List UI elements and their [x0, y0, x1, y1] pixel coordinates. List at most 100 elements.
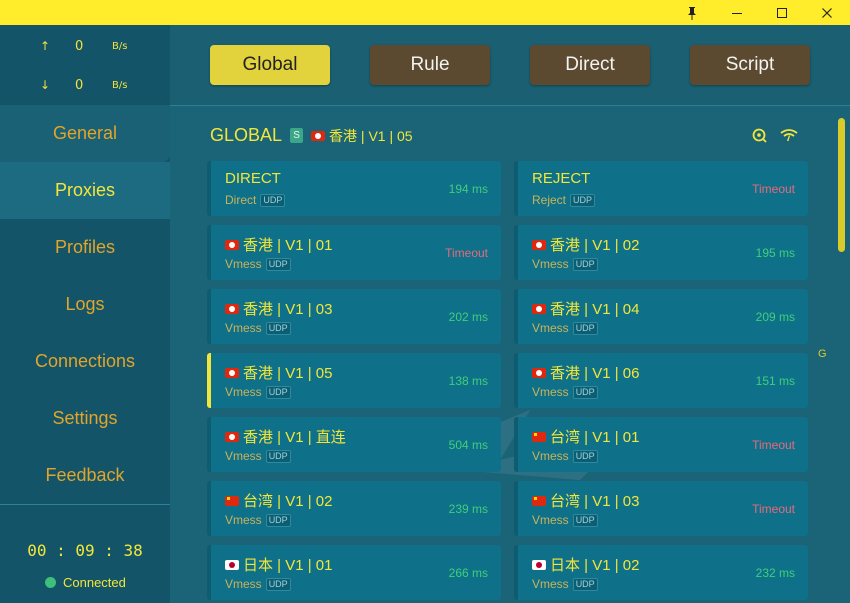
proxy-type-label: Vmess: [532, 513, 569, 527]
proxy-name: 香港 | V1 | 03: [225, 298, 333, 319]
proxy-type-label: Vmess: [225, 385, 262, 399]
proxy-card[interactable]: 日本 | V1 | 02 Vmess UDP 232 ms: [514, 545, 808, 600]
nav-item-feedback[interactable]: Feedback: [0, 447, 170, 504]
proxy-type: Vmess UDP: [532, 385, 598, 399]
proxy-name: 台湾 | V1 | 02: [225, 490, 333, 511]
download-unit: B/s: [112, 80, 128, 91]
proxy-group-header[interactable]: GLOBAL S 香港 | V1 | 05: [210, 125, 413, 146]
proxy-delay[interactable]: 239 ms: [449, 502, 488, 516]
china-flag-icon: [532, 495, 546, 506]
proxy-name: 香港 | V1 | 02: [532, 234, 640, 255]
group-name: GLOBAL: [210, 125, 283, 145]
udp-badge: UDP: [572, 321, 598, 335]
proxy-name-label: 香港 | V1 | 05: [243, 365, 333, 382]
mode-label: Rule: [410, 54, 450, 75]
proxy-type-label: Direct: [225, 193, 257, 207]
proxy-card[interactable]: 香港 | V1 | 05 Vmess UDP 138 ms: [207, 353, 501, 408]
proxy-delay[interactable]: 266 ms: [449, 566, 488, 580]
hong-kong-flag-icon: [225, 367, 239, 378]
proxy-card[interactable]: 日本 | V1 | 01 Vmess UDP 266 ms: [207, 545, 501, 600]
nav-item-settings[interactable]: Settings: [0, 390, 170, 447]
close-icon[interactable]: [804, 0, 850, 25]
proxy-type: Vmess UDP: [225, 257, 291, 271]
upload-speed: ↑ 0 B/s: [0, 39, 170, 59]
proxy-card[interactable]: 台湾 | V1 | 02 Vmess UDP 239 ms: [207, 481, 501, 536]
udp-badge: UDP: [265, 385, 291, 399]
download-speed: ↓ 0 B/s: [0, 78, 170, 98]
nav-label: Proxies: [54, 180, 116, 200]
proxy-card[interactable]: 台湾 | V1 | 03 Vmess UDP Timeout: [514, 481, 808, 536]
proxy-name-label: 日本 | V1 | 01: [243, 557, 333, 574]
proxy-type: Vmess UDP: [225, 385, 291, 399]
mode-global-button[interactable]: Global: [210, 45, 330, 85]
connection-label: Connected: [63, 575, 126, 590]
hong-kong-flag-icon: [532, 303, 546, 314]
proxy-card[interactable]: 香港 | V1 | 02 Vmess UDP 195 ms: [514, 225, 808, 280]
speed-test-icon[interactable]: [780, 127, 798, 143]
nav-item-proxies[interactable]: Proxies: [0, 162, 170, 219]
mode-script-button[interactable]: Script: [690, 45, 810, 85]
udp-badge: UDP: [570, 193, 596, 207]
proxy-name: 日本 | V1 | 02: [532, 554, 640, 575]
proxy-card[interactable]: 香港 | V1 | 直连 Vmess UDP 504 ms: [207, 417, 501, 472]
proxy-delay[interactable]: Timeout: [752, 438, 795, 452]
maximize-icon[interactable]: [759, 0, 805, 25]
proxy-name: REJECT: [532, 170, 590, 187]
sidebar: ↑ 0 B/s ↓ 0 B/s General Proxies Profiles…: [0, 25, 170, 603]
download-arrow-icon: ↓: [40, 78, 51, 92]
proxy-name: 香港 | V1 | 06: [532, 362, 640, 383]
proxy-delay[interactable]: 138 ms: [449, 374, 488, 388]
nav-label: Settings: [52, 408, 118, 428]
proxy-card[interactable]: 香港 | V1 | 03 Vmess UDP 202 ms: [207, 289, 501, 344]
proxy-name: 日本 | V1 | 01: [225, 554, 333, 575]
proxy-card[interactable]: 台湾 | V1 | 01 Vmess UDP Timeout: [514, 417, 808, 472]
proxy-type: Vmess UDP: [225, 577, 291, 591]
proxy-delay[interactable]: 151 ms: [756, 374, 795, 388]
udp-badge: UDP: [265, 321, 291, 335]
udp-badge: UDP: [265, 577, 291, 591]
proxy-card[interactable]: DIRECT Direct UDP 194 ms: [207, 161, 501, 216]
hong-kong-flag-icon: [225, 303, 239, 314]
proxy-type-label: Vmess: [532, 385, 569, 399]
minimize-icon[interactable]: [714, 0, 760, 25]
proxy-delay[interactable]: Timeout: [445, 246, 488, 260]
proxy-type: Vmess UDP: [225, 321, 291, 335]
proxy-delay[interactable]: 504 ms: [449, 438, 488, 452]
proxy-delay[interactable]: Timeout: [752, 182, 795, 196]
proxy-type-label: Vmess: [532, 449, 569, 463]
proxy-delay[interactable]: 195 ms: [756, 246, 795, 260]
proxy-type: Vmess UDP: [532, 321, 598, 335]
proxy-type-label: Vmess: [225, 577, 262, 591]
nav-item-logs[interactable]: Logs: [0, 276, 170, 333]
proxy-card[interactable]: REJECT Reject UDP Timeout: [514, 161, 808, 216]
udp-badge: UDP: [265, 513, 291, 527]
hong-kong-flag-icon: [225, 239, 239, 250]
proxy-name-label: REJECT: [532, 170, 591, 187]
nav-label: Profiles: [54, 237, 116, 257]
group-type-badge: S: [290, 128, 304, 143]
udp-badge: UDP: [572, 449, 598, 463]
hong-kong-flag-icon: [311, 130, 326, 141]
proxy-delay[interactable]: 202 ms: [449, 310, 488, 324]
group-index-letter: G: [818, 348, 827, 360]
nav-item-profiles[interactable]: Profiles: [0, 219, 170, 276]
proxy-delay[interactable]: 194 ms: [449, 182, 488, 196]
mode-direct-button[interactable]: Direct: [530, 45, 650, 85]
japan-flag-icon: [225, 559, 239, 570]
nav-item-connections[interactable]: Connections: [0, 333, 170, 390]
proxy-card[interactable]: 香港 | V1 | 04 Vmess UDP 209 ms: [514, 289, 808, 344]
nav-item-general[interactable]: General: [0, 105, 170, 162]
locate-icon[interactable]: [751, 127, 769, 143]
proxy-card[interactable]: 香港 | V1 | 01 Vmess UDP Timeout: [207, 225, 501, 280]
proxy-type: Vmess UDP: [225, 449, 291, 463]
proxy-card[interactable]: 香港 | V1 | 06 Vmess UDP 151 ms: [514, 353, 808, 408]
proxy-delay[interactable]: 232 ms: [756, 566, 795, 580]
pin-icon[interactable]: [669, 0, 715, 25]
nav-label: Logs: [65, 294, 105, 314]
scrollbar-thumb[interactable]: [838, 118, 845, 252]
mode-rule-button[interactable]: Rule: [370, 45, 490, 85]
proxy-name: 台湾 | V1 | 03: [532, 490, 640, 511]
proxy-type-label: Vmess: [225, 257, 262, 271]
proxy-delay[interactable]: Timeout: [752, 502, 795, 516]
proxy-delay[interactable]: 209 ms: [756, 310, 795, 324]
